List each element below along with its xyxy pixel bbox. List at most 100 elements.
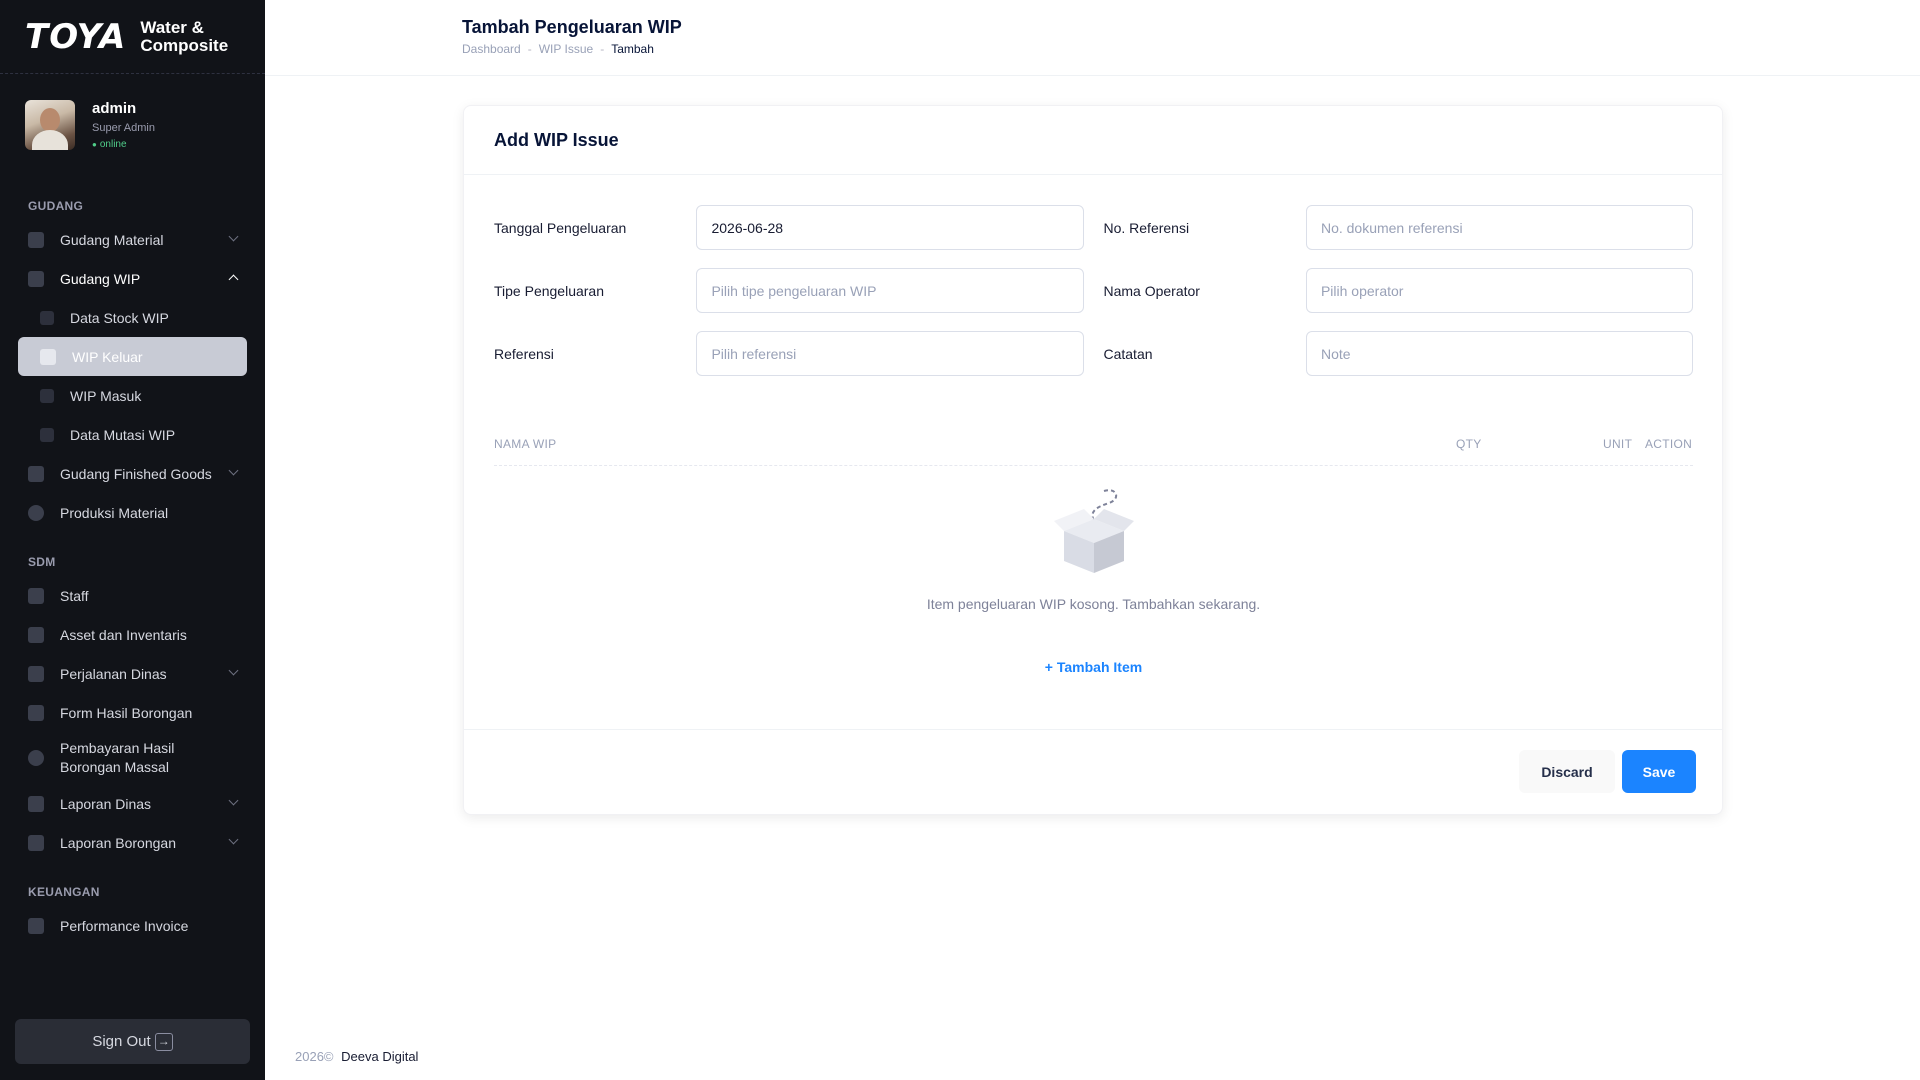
wrench-icon — [28, 270, 44, 287]
form-row: Tanggal Pengeluaran 2026-06-28 No. Refer… — [494, 205, 1694, 250]
sidebar-item-performance-invoice[interactable]: Performance Invoice — [0, 906, 265, 945]
brand-subtitle: Water & Composite — [140, 17, 229, 55]
stock-icon — [40, 310, 54, 325]
column-nama-wip: NAMA WIP — [494, 437, 557, 451]
sidebar-item-form-hasil-borongan[interactable]: Form Hasil Borongan — [0, 693, 265, 732]
sidebar-item-label: Data Mutasi WIP — [70, 426, 176, 443]
form-row: Tipe Pengeluaran Pilih tipe pengeluaran … — [494, 268, 1694, 313]
sidebar-item-data-stock-wip[interactable]: Data Stock WIP — [0, 298, 265, 337]
breadcrumb-current: Tambah — [611, 42, 654, 56]
breadcrumb-separator: - — [527, 42, 532, 56]
user-info: admin Super Admin online — [92, 100, 155, 150]
sidebar-item-gudang-material[interactable]: Gudang Material — [0, 220, 265, 259]
sidebar-item-laporan-dinas[interactable]: Laporan Dinas — [0, 784, 265, 823]
brand-subtitle-line2: Composite — [140, 35, 229, 55]
nama-operator-select[interactable]: Pilih operator — [1305, 268, 1694, 313]
discard-button[interactable]: Discard — [1519, 750, 1615, 793]
layers-icon — [28, 626, 44, 643]
add-item-label: + Tambah Item — [1044, 659, 1143, 675]
operator-label: Nama Operator — [1103, 282, 1200, 299]
user-name: admin — [92, 100, 137, 117]
form-row: Referensi Pilih referensi Catatan Note — [494, 331, 1694, 376]
sidebar-item-perjalanan-dinas[interactable]: Perjalanan Dinas — [0, 654, 265, 693]
user-panel: admin Super Admin online — [0, 74, 265, 176]
briefcase-icon — [28, 665, 44, 682]
sidebar-item-label: Perjalanan Dinas — [60, 665, 167, 682]
sidebar-item-produksi-material[interactable]: Produksi Material — [0, 493, 265, 532]
items-table-header: NAMA WIP QTY UNIT ACTION — [494, 421, 1693, 466]
sidebar-item-label: Laporan Dinas — [60, 795, 152, 812]
footer-year: 2026© — [295, 1049, 334, 1064]
card-title: Add WIP Issue — [464, 106, 1722, 175]
brand-subtitle-line1: Water & — [140, 17, 204, 37]
sidebar-item-asset-inventaris[interactable]: Asset dan Inventaris — [0, 615, 265, 654]
footer-company-link[interactable]: Deeva Digital — [341, 1049, 418, 1064]
sidebar-item-label: Data Stock WIP — [70, 309, 169, 326]
section-keuangan: KEUANGAN — [28, 885, 100, 899]
chevron-down-icon — [228, 231, 239, 242]
chart-icon — [28, 834, 44, 851]
dollar-icon — [28, 750, 44, 766]
sidebar-item-label: Gudang Material — [60, 231, 164, 248]
gear-icon — [28, 504, 44, 521]
tanggal-label: Tanggal Pengeluaran — [494, 219, 627, 236]
invoice-icon — [28, 917, 44, 934]
sidebar-item-wip-keluar[interactable]: WIP Keluar — [18, 337, 247, 376]
card-footer: Discard Save — [464, 729, 1722, 814]
chevron-up-icon — [228, 274, 239, 285]
catatan-label: Catatan — [1103, 345, 1153, 362]
sidebar-item-label: Staff — [60, 587, 89, 604]
sidebar-item-wip-masuk[interactable]: WIP Masuk — [0, 376, 265, 415]
empty-state: Item pengeluaran WIP kosong. Tambahkan s… — [494, 481, 1693, 675]
empty-state-text: Item pengeluaran WIP kosong. Tambahkan s… — [926, 596, 1261, 612]
sidebar-item-label: Gudang Finished Goods — [60, 465, 212, 482]
sidebar-item-gudang-finished-goods[interactable]: Gudang Finished Goods — [0, 454, 265, 493]
sidebar-item-label: Form Hasil Borongan — [60, 704, 193, 721]
empty-box-icon — [1053, 489, 1134, 573]
sidebar-item-label: Laporan Borongan — [60, 834, 176, 851]
breadcrumb-wip-issue[interactable]: WIP Issue — [539, 42, 593, 56]
sidebar-item-label: Performance Invoice — [60, 917, 189, 934]
chart-icon — [28, 704, 44, 721]
brand-logo: TOYA — [25, 16, 127, 57]
referensi-select[interactable]: Pilih referensi — [696, 331, 1084, 376]
avatar[interactable] — [25, 100, 75, 150]
tipe-pengeluaran-select[interactable]: Pilih tipe pengeluaran WIP — [696, 268, 1084, 313]
transfer-icon — [40, 427, 54, 442]
user-status: online — [92, 139, 155, 150]
sign-out-icon: → — [154, 1032, 173, 1051]
chevron-down-icon — [228, 665, 239, 676]
briefcase-icon — [28, 795, 44, 812]
user-icon — [28, 587, 44, 604]
sidebar-item-label: Gudang WIP — [60, 270, 141, 287]
sidebar-item-label: Asset dan Inventaris — [60, 626, 187, 643]
box-icon — [28, 465, 44, 482]
referensi-label: Referensi — [494, 345, 554, 362]
section-sdm: SDM — [28, 555, 56, 569]
chevron-down-icon — [228, 795, 239, 806]
no-referensi-input[interactable]: No. dokumen referensi — [1305, 205, 1694, 250]
sidebar-item-label: Produksi Material — [60, 504, 169, 521]
sidebar-item-label: Pembayaran Hasil Borongan Massal — [60, 740, 175, 775]
page-header: Tambah Pengeluaran WIP Dashboard - WIP I… — [265, 0, 1920, 76]
sidebar-item-staff[interactable]: Staff — [0, 576, 265, 615]
column-qty: QTY — [1456, 437, 1482, 451]
sidebar-item-pembayaran-borongan[interactable]: Pembayaran Hasil Borongan Massal — [0, 732, 265, 784]
save-button[interactable]: Save — [1622, 750, 1696, 793]
page-footer: 2026© Deeva Digital — [295, 1049, 418, 1064]
sidebar-item-data-mutasi-wip[interactable]: Data Mutasi WIP — [0, 415, 265, 454]
brand[interactable]: TOYA Water & Composite — [0, 0, 265, 74]
breadcrumb: Dashboard - WIP Issue - Tambah — [462, 42, 654, 56]
tanggal-pengeluaran-input[interactable]: 2026-06-28 — [696, 205, 1084, 250]
sidebar-item-gudang-wip[interactable]: Gudang WIP — [0, 259, 265, 298]
form-grid: Tanggal Pengeluaran 2026-06-28 No. Refer… — [494, 205, 1694, 394]
sidebar-item-laporan-borongan[interactable]: Laporan Borongan — [0, 823, 265, 862]
column-unit: UNIT — [1603, 437, 1633, 451]
sidebar-item-label: WIP Masuk — [70, 387, 142, 404]
breadcrumb-dashboard[interactable]: Dashboard — [462, 42, 521, 56]
login-icon — [40, 388, 54, 403]
add-item-link[interactable]: + Tambah Item — [494, 659, 1693, 675]
sign-out-button[interactable]: Sign Out → — [15, 1019, 250, 1064]
page-title: Tambah Pengeluaran WIP — [462, 17, 682, 37]
catatan-input[interactable]: Note — [1305, 331, 1694, 376]
